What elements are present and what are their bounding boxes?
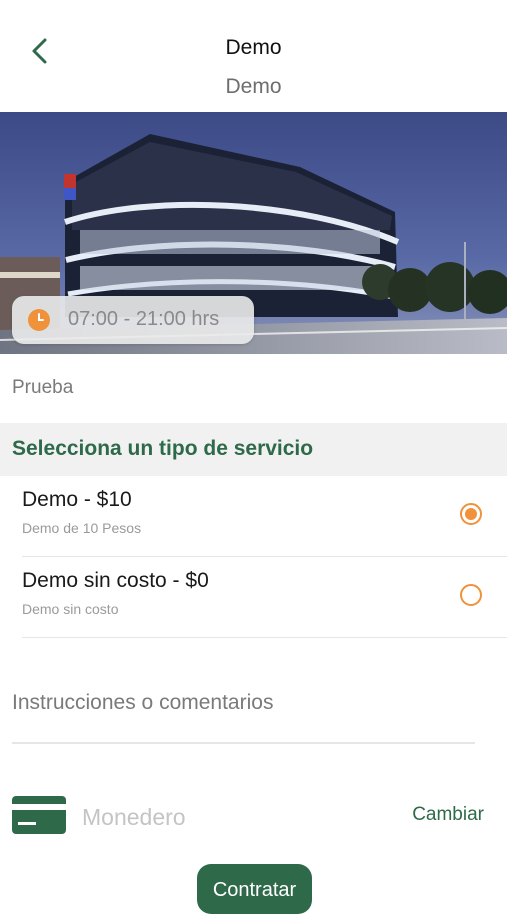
app-header: Demo Demo [0,0,507,112]
page-title: Demo [225,36,282,59]
hire-button[interactable]: Contratar [197,864,312,914]
payment-method-label: Monedero [82,804,186,830]
service-option-subtitle: Demo sin costo [22,601,119,617]
venue-description: Prueba [12,377,74,398]
radio-selected[interactable] [460,503,482,525]
service-option-title: Demo - $10 [22,488,132,511]
comments-input[interactable] [12,664,475,744]
service-option-demo[interactable]: Demo - $10 Demo de 10 Pesos [22,476,507,557]
service-option-subtitle: Demo de 10 Pesos [22,520,142,536]
radio-unselected[interactable] [460,584,482,606]
clock-icon [28,309,50,331]
opening-hours-badge: 07:00 - 21:00 hrs [12,296,254,344]
service-type-section-title: Selecciona un tipo de servicio [12,437,314,460]
page-subtitle: Demo [225,75,282,98]
service-type-section-header: Selecciona un tipo de servicio [0,423,507,476]
service-option-demo-free[interactable]: Demo sin costo - $0 Demo sin costo [22,557,507,638]
change-payment-link[interactable]: Cambiar [412,804,484,826]
credit-card-icon [12,796,66,834]
opening-hours-text: 07:00 - 21:00 hrs [68,308,220,330]
service-option-title: Demo sin costo - $0 [22,569,209,592]
payment-method-row: Monedero Cambiar [12,796,494,836]
